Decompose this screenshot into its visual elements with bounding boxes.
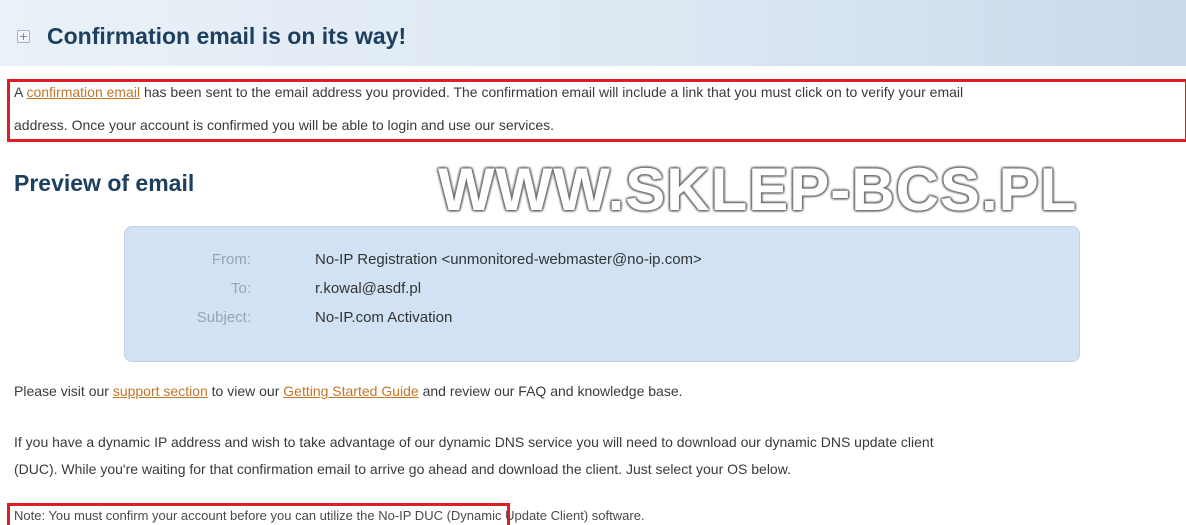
support-text-1: Please visit our (14, 383, 113, 399)
confirmation-prefix: A (14, 84, 27, 100)
support-paragraph: Please visit our support section to view… (14, 378, 683, 404)
dynamic-line-2: (DUC). While you're waiting for that con… (14, 461, 791, 477)
support-text-3: and review our FAQ and knowledge base. (418, 383, 683, 399)
page-header: + Confirmation email is on its way! (0, 0, 1186, 66)
email-from-value: No-IP Registration <unmonitored-webmaste… (315, 251, 702, 268)
watermark: WWW.SKLEP-BCS.PL (438, 156, 1078, 223)
preview-heading: Preview of email (14, 170, 195, 196)
confirmation-line-1-rest: has been sent to the email address you p… (140, 84, 964, 100)
confirmation-email-link[interactable]: confirmation email (26, 84, 140, 100)
dynamic-line-1: If you have a dynamic IP address and wis… (14, 434, 934, 450)
email-to-label: To: (230, 280, 251, 297)
email-preview-box: From: No-IP Registration <unmonitored-we… (124, 226, 1080, 362)
email-subject-label: Subject: (196, 309, 251, 326)
getting-started-guide-link[interactable]: Getting Started Guide (283, 383, 418, 399)
page-title: Confirmation email is on its way! (47, 23, 407, 49)
support-text-2: to view our (207, 383, 284, 399)
email-to-value: r.kowal@asdf.pl (315, 280, 422, 297)
confirmation-line-1: A confirmation email has been sent to th… (14, 79, 963, 105)
support-section-link[interactable]: support section (113, 383, 208, 399)
email-subject-value: No-IP.com Activation (315, 309, 453, 326)
note-text: Note: You must confirm your account befo… (14, 508, 645, 523)
email-from-label: From: (211, 251, 251, 268)
confirmation-line-2: address. Once your account is confirmed … (14, 117, 555, 133)
plus-icon[interactable]: + (17, 30, 30, 43)
